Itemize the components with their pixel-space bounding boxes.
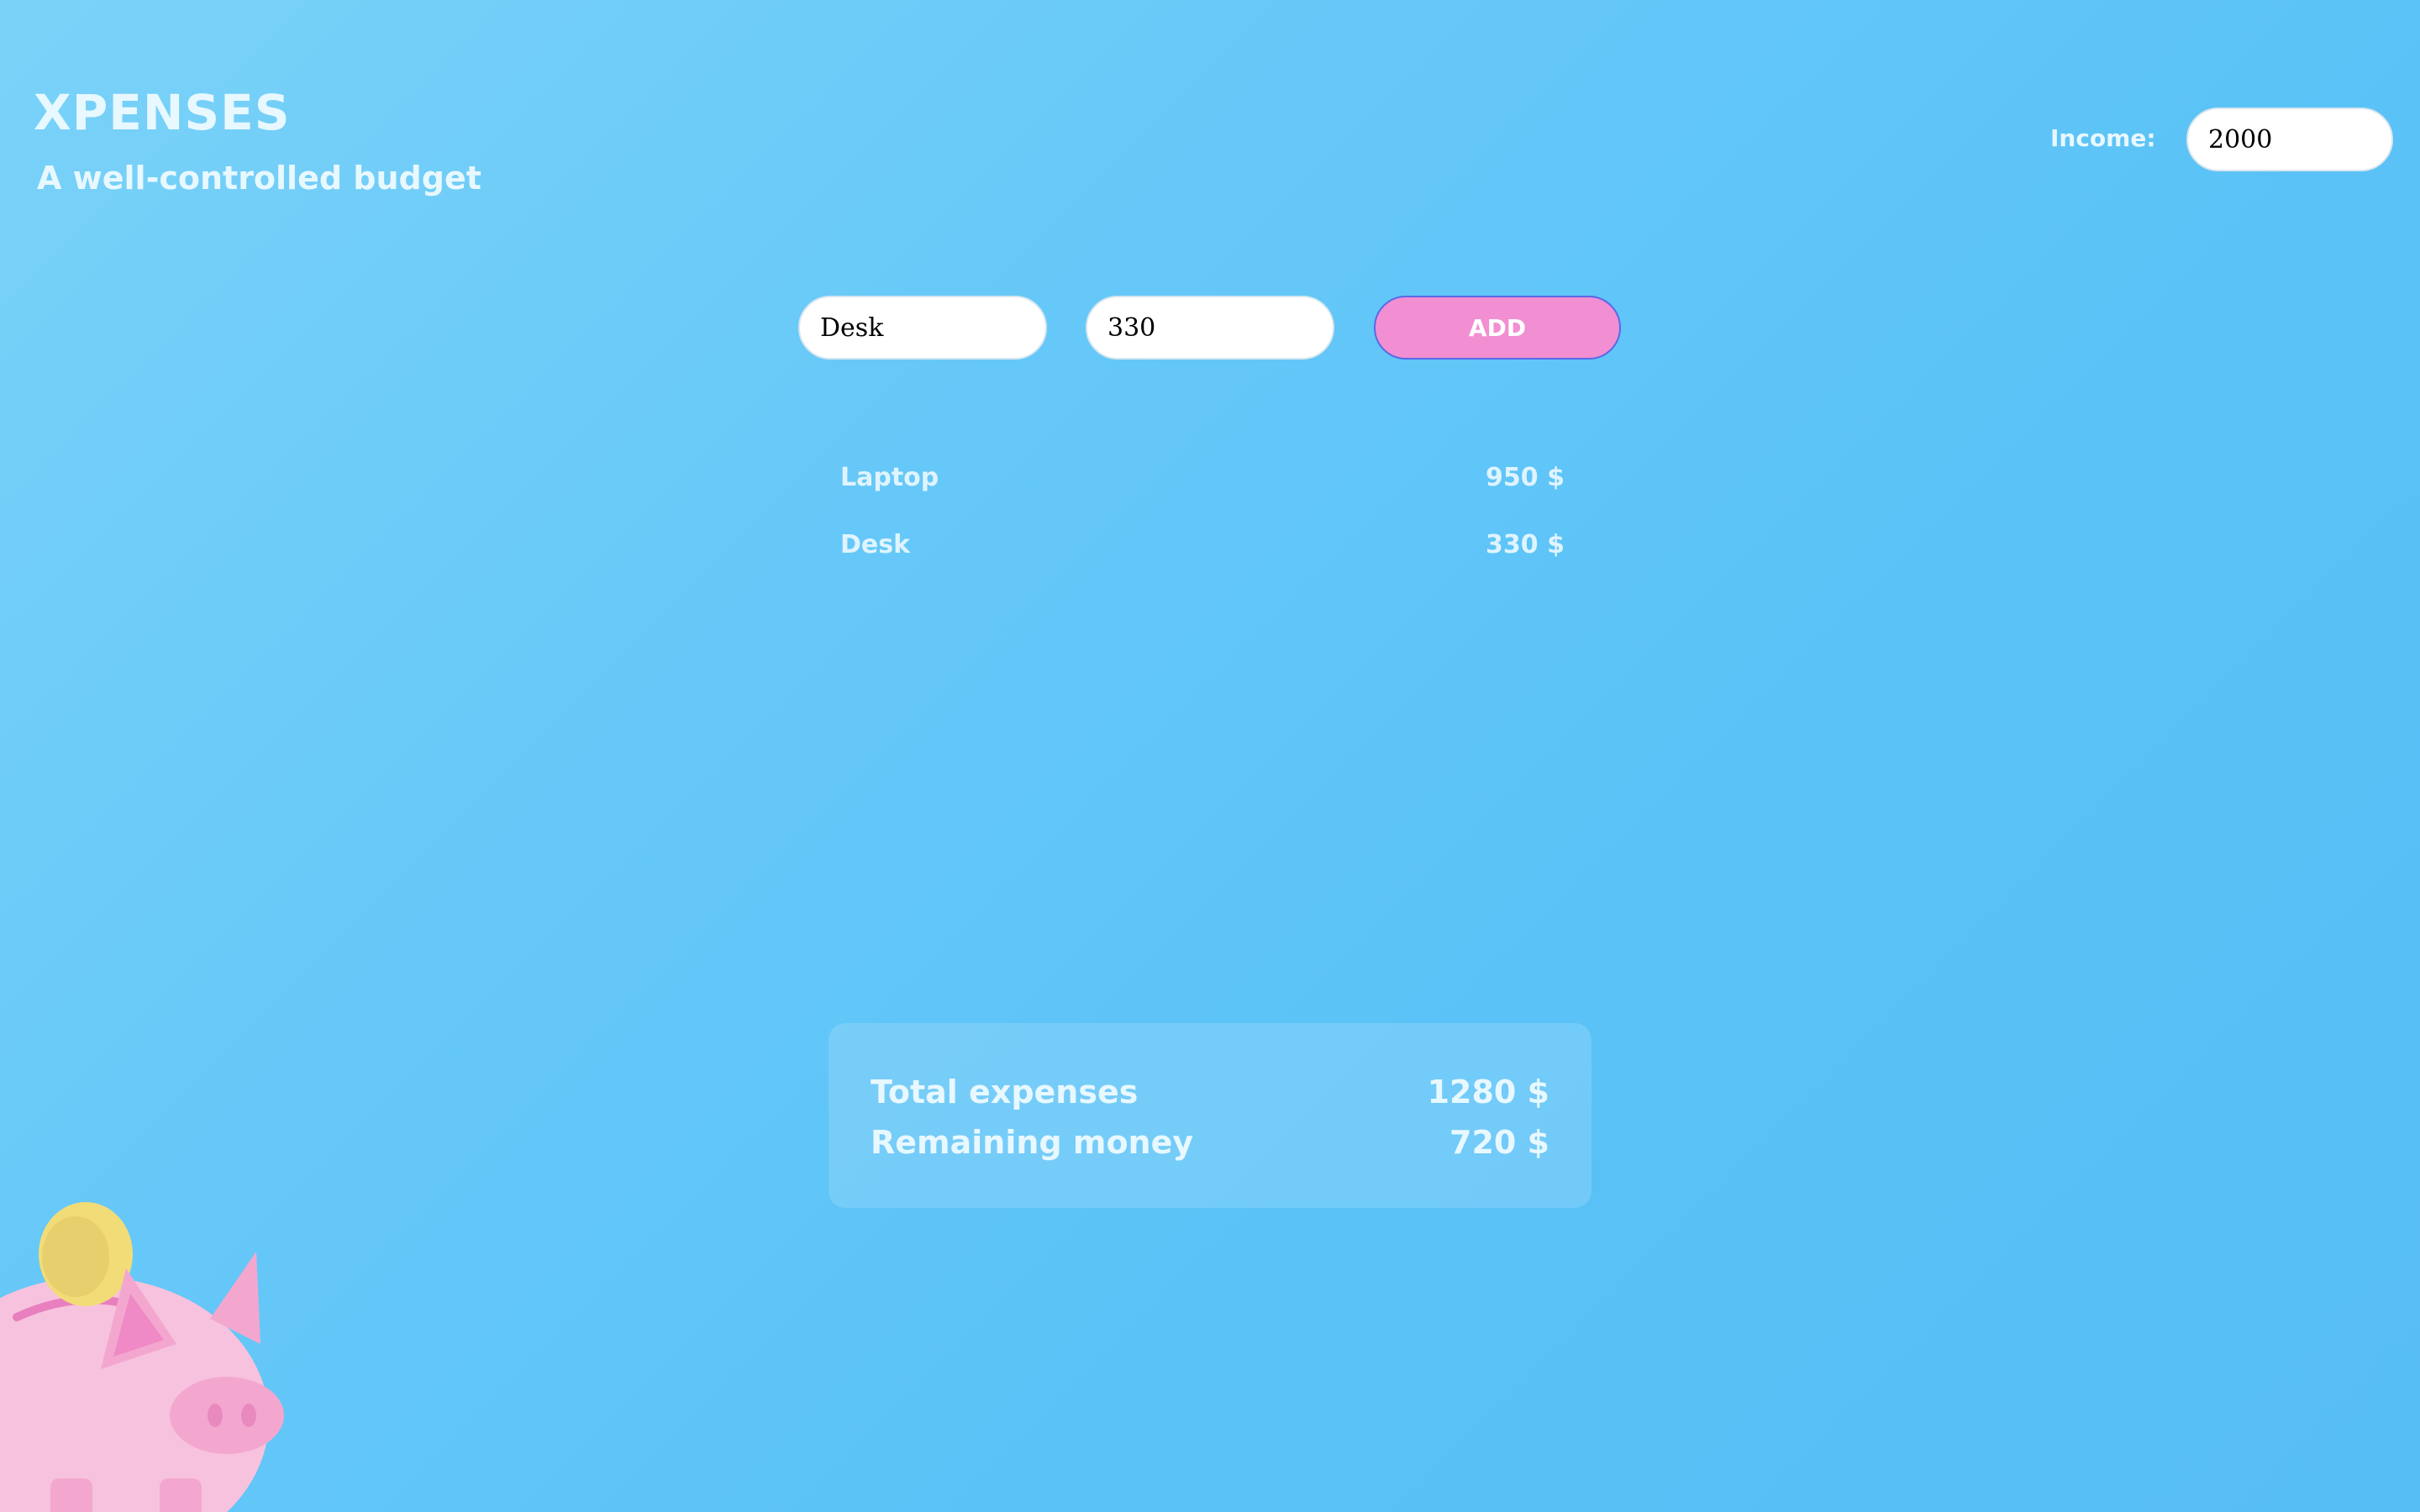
- total-expenses-row: Total expenses 1280 $: [871, 1067, 1549, 1117]
- expense-amount-input[interactable]: [1086, 296, 1334, 360]
- remaining-money-value: 720 $: [1449, 1124, 1549, 1161]
- expense-item-name: Laptop: [840, 462, 939, 492]
- summary-panel: Total expenses 1280 $ Remaining money 72…: [829, 1023, 1591, 1208]
- pig-nostril: [208, 1404, 223, 1427]
- income-input[interactable]: [2186, 108, 2393, 171]
- pig-nostril: [241, 1404, 256, 1427]
- app-title: XPENSES: [34, 84, 291, 141]
- expense-list: Laptop 950 $ Desk 330 $: [840, 444, 1565, 578]
- app-subtitle: A well-controlled budget: [37, 160, 481, 197]
- remaining-money-row: Remaining money 720 $: [871, 1117, 1549, 1168]
- add-button[interactable]: ADD: [1374, 296, 1621, 360]
- piggy-bank-icon: [0, 1202, 284, 1512]
- expense-item: Desk 330 $: [840, 511, 1565, 578]
- expense-item-amount: 330 $: [1486, 529, 1565, 559]
- pig-snout: [170, 1377, 284, 1454]
- total-expenses-value: 1280 $: [1427, 1074, 1549, 1110]
- pig-leg: [160, 1478, 202, 1512]
- pig-leg: [50, 1478, 92, 1512]
- expense-item-amount: 950 $: [1486, 462, 1565, 492]
- coin-face: [42, 1216, 109, 1297]
- expense-item: Laptop 950 $: [840, 444, 1565, 511]
- remaining-money-label: Remaining money: [871, 1124, 1194, 1161]
- total-expenses-label: Total expenses: [871, 1074, 1139, 1110]
- expense-name-input[interactable]: [798, 296, 1047, 360]
- expense-item-name: Desk: [840, 529, 911, 559]
- income-label: Income:: [2050, 124, 2156, 152]
